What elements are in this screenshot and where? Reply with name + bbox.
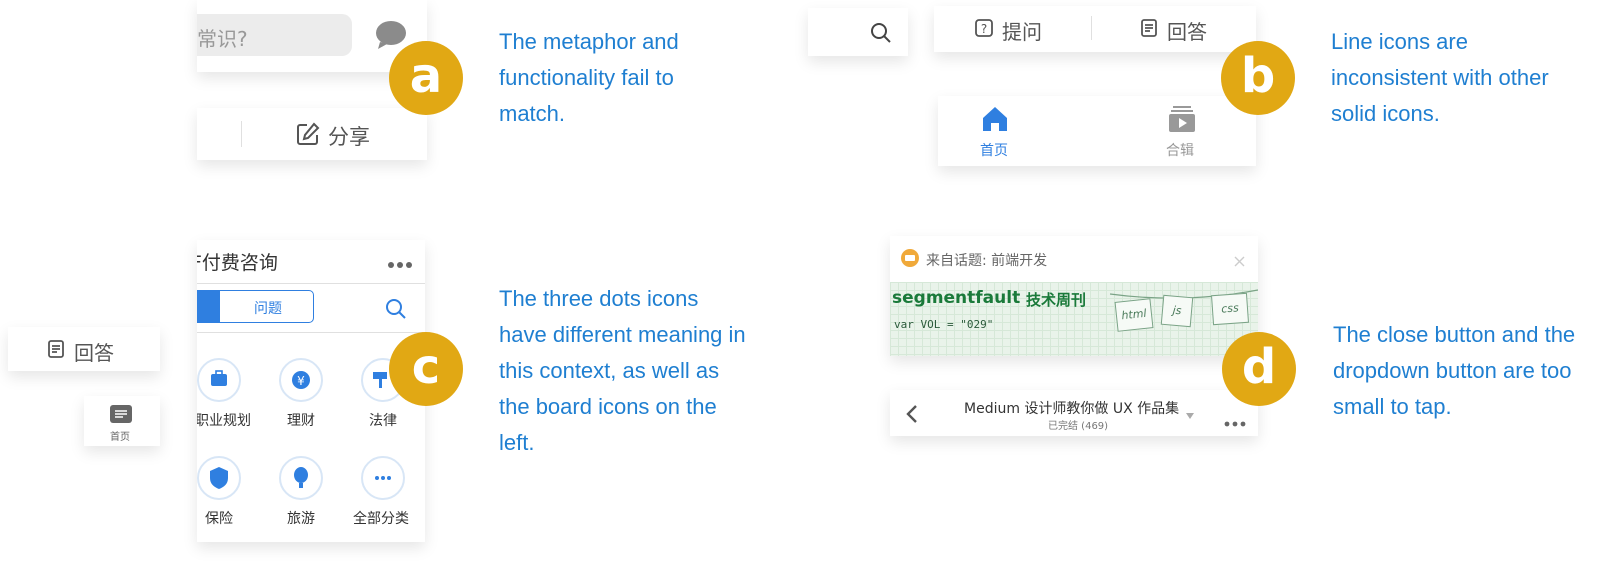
panel-c-main-card: F付费咨询 问题 职业规划 ¥ 理财 法律 保险 旅游 全部分类 xyxy=(197,240,425,542)
category-label: 保险 xyxy=(205,511,233,527)
badge-c: c xyxy=(389,332,463,406)
panel-d-collection-bar: Medium 设计师教你做 UX 作品集 已完结 (469) xyxy=(890,390,1258,436)
back-chevron-icon[interactable] xyxy=(906,404,918,428)
answer-label[interactable]: 回答 xyxy=(1167,16,1207,45)
category-travel[interactable]: 旅游 xyxy=(279,456,329,528)
category-career[interactable]: 职业规划 xyxy=(197,358,251,430)
description-c: The three dots icons have different mean… xyxy=(499,286,746,455)
description-a: The metaphor and functionality fail to m… xyxy=(499,29,679,126)
tab-collection-label[interactable]: 合辑 xyxy=(1166,140,1194,160)
banner-tag-css: css xyxy=(1210,292,1250,326)
consult-title: F付费咨询 xyxy=(197,252,278,274)
tab-home-label[interactable]: 首页 xyxy=(980,140,1008,160)
category-finance[interactable]: ¥ 理财 xyxy=(279,358,329,430)
panel-c-side-answer: 回答 xyxy=(8,327,160,371)
badge-d: d xyxy=(1222,332,1296,406)
yen-coin-icon: ¥ xyxy=(279,358,323,406)
category-label: 职业规划 xyxy=(197,413,251,429)
briefcase-icon xyxy=(197,358,241,406)
category-insurance[interactable]: 保险 xyxy=(197,456,247,528)
question-box-icon[interactable]: ? xyxy=(974,18,994,42)
tab-questions-label: 问题 xyxy=(254,301,282,317)
svg-text:¥: ¥ xyxy=(297,374,305,388)
category-label: 理财 xyxy=(287,413,315,429)
panel-a-share-bar: 分享 xyxy=(197,108,427,160)
more-dots-icon[interactable] xyxy=(387,254,413,273)
topic-label: 来自话题: 前端开发 xyxy=(926,253,1048,269)
document-icon[interactable] xyxy=(46,339,66,363)
search-icon[interactable] xyxy=(385,298,407,324)
panel-d-topic-card: 来自话题: 前端开发 segmentfault 技术周刊 var VOL = "… xyxy=(890,236,1258,356)
document-icon[interactable] xyxy=(1139,18,1159,42)
badge-a: a xyxy=(389,41,463,115)
home-icon[interactable] xyxy=(980,104,1010,138)
banner-tag-html: html xyxy=(1114,298,1154,332)
shield-icon xyxy=(197,456,241,504)
collection-title: Medium 设计师教你做 UX 作品集 xyxy=(964,401,1180,417)
balloon-icon xyxy=(279,456,323,504)
collection-status: 已完结 (469) xyxy=(1048,421,1109,432)
share-label[interactable]: 分享 xyxy=(328,121,370,151)
dropdown-caret-icon[interactable] xyxy=(1186,404,1194,423)
edit-share-icon[interactable] xyxy=(295,121,321,151)
svg-text:?: ? xyxy=(981,22,987,36)
category-label: 旅游 xyxy=(287,511,315,527)
board-icon[interactable] xyxy=(109,404,133,428)
banner-title: 技术周刊 xyxy=(1026,291,1087,309)
more-dots-icon[interactable] xyxy=(1224,412,1246,431)
banner-brand: segmentfault xyxy=(892,288,1021,308)
tab-questions[interactable]: 问题 xyxy=(219,290,314,323)
category-label: 全部分类 xyxy=(353,511,409,527)
ask-label[interactable]: 提问 xyxy=(1002,16,1042,45)
tab-selected-segment[interactable] xyxy=(197,290,219,323)
category-label: 法律 xyxy=(369,413,397,429)
banner-code: var VOL = "029" xyxy=(894,318,994,331)
banner-tag-js: js xyxy=(1160,294,1194,328)
side-answer-label[interactable]: 回答 xyxy=(74,337,114,366)
search-placeholder: 常识? xyxy=(197,27,248,51)
badge-b: b xyxy=(1221,41,1295,115)
description-b: Line icons are inconsistent with other s… xyxy=(1331,29,1549,126)
panel-b-action-bar: ? 提问 回答 xyxy=(934,6,1256,52)
weekly-banner[interactable]: segmentfault 技术周刊 var VOL = "029" html j… xyxy=(890,282,1258,356)
close-icon[interactable] xyxy=(1234,252,1245,271)
search-input[interactable]: 常识? xyxy=(197,14,352,56)
panel-c-side-home: 首页 xyxy=(84,396,160,446)
play-collection-icon[interactable] xyxy=(1167,104,1197,138)
panel-b-tab-bar: 首页 合辑 xyxy=(938,96,1256,166)
description-d: The close button and the dropdown button… xyxy=(1333,322,1576,419)
more-dots-icon xyxy=(361,456,405,504)
side-home-label[interactable]: 首页 xyxy=(110,428,130,443)
panel-b-search-card xyxy=(808,8,908,56)
topic-avatar-icon xyxy=(900,248,920,272)
category-all[interactable]: 全部分类 xyxy=(353,456,411,528)
search-icon[interactable] xyxy=(870,22,892,48)
